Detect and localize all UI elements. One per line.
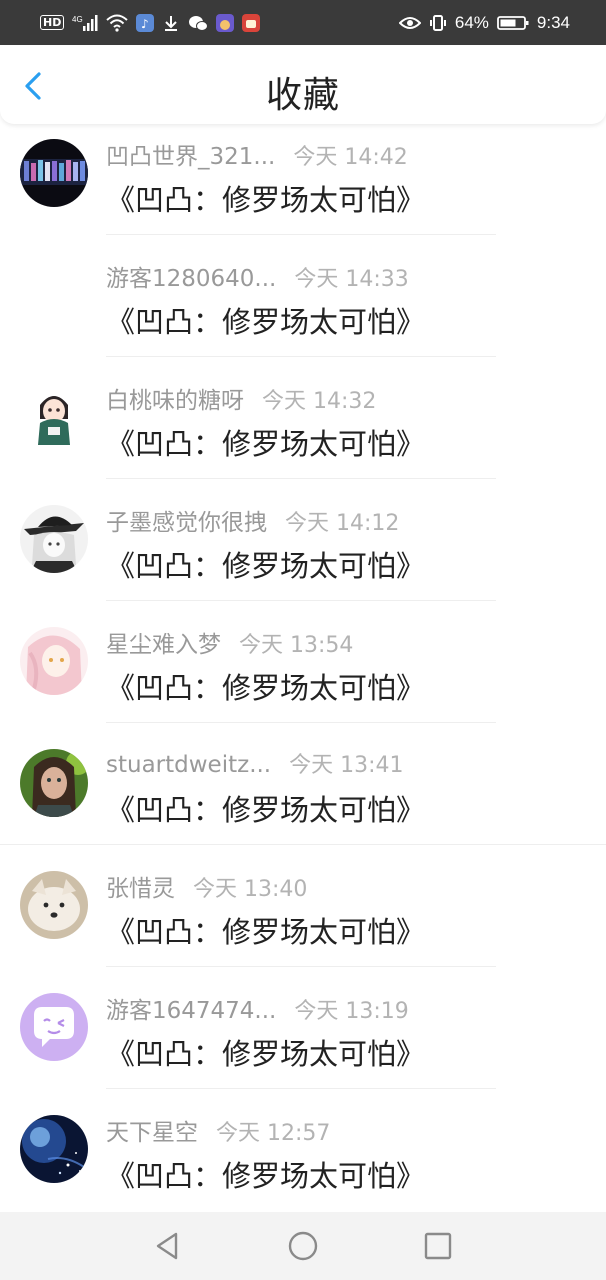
username[interactable]: 张惜灵 <box>106 869 175 903</box>
avatar[interactable] <box>20 139 88 207</box>
page-title: 收藏 <box>265 75 340 116</box>
username[interactable]: stuartdweitz... <box>106 752 271 778</box>
item-meta: 白桃味的糖呀 今天 14:32 <box>106 381 376 415</box>
timestamp: 今天 13:54 <box>239 633 354 658</box>
network-type: 4G <box>72 15 83 24</box>
list-item[interactable]: 凹凸世界_321... 今天 14:42 《凹凸：修罗场太可怕》 <box>0 125 606 247</box>
item-meta: 凹凸世界_321... 今天 14:42 <box>106 137 408 171</box>
divider <box>106 966 496 967</box>
app-notification-icon <box>216 13 235 32</box>
favorite-title[interactable]: 《凹凸：修罗场太可怕》 <box>106 909 425 951</box>
game-app-icon <box>242 13 261 32</box>
avatar[interactable] <box>20 749 88 817</box>
favorite-title[interactable]: 《凹凸：修罗场太可怕》 <box>106 1031 425 1073</box>
dog-avatar-icon <box>20 871 88 939</box>
username[interactable]: 游客1280640... <box>106 259 276 293</box>
username[interactable]: 凹凸世界_321... <box>106 137 275 171</box>
item-meta: 张惜灵 今天 13:40 <box>106 869 307 903</box>
username[interactable]: 天下星空 <box>106 1113 198 1147</box>
list-item[interactable]: 天下星空 今天 12:57 《凹凸：修罗场太可怕》 <box>0 1101 606 1223</box>
avatar[interactable] <box>20 261 88 329</box>
pink-hair-avatar-icon <box>20 627 88 695</box>
item-meta: 天下星空 今天 12:57 <box>106 1113 330 1147</box>
list-item[interactable]: 张惜灵 今天 13:40 《凹凸：修罗场太可怕》 <box>0 857 606 979</box>
avatar[interactable] <box>20 627 88 695</box>
eye-comfort-icon <box>398 15 421 31</box>
timestamp: 今天 13:40 <box>193 877 308 902</box>
item-meta: 游客1647474... 今天 13:19 <box>106 991 409 1025</box>
item-meta: 星尘难入梦 今天 13:54 <box>106 625 353 659</box>
favorite-title[interactable]: 《凹凸：修罗场太可怕》 <box>106 299 425 341</box>
child-portrait-avatar-icon <box>20 749 88 817</box>
status-bar-left: HD 4G ♪ <box>40 13 261 32</box>
list-item[interactable]: 子墨感觉你很拽 今天 14:12 《凹凸：修罗场太可怕》 <box>0 491 606 613</box>
avatar[interactable] <box>20 871 88 939</box>
favorite-title[interactable]: 《凹凸：修罗场太可怕》 <box>106 421 425 463</box>
item-meta: 子墨感觉你很拽 今天 14:12 <box>106 503 399 537</box>
chibi-girl-avatar-icon <box>20 383 88 451</box>
nav-home-button[interactable] <box>287 1230 319 1262</box>
music-app-icon: ♪ <box>136 13 155 32</box>
status-bar: HD 4G ♪ 64% 9:34 <box>0 0 606 45</box>
timestamp: 今天 14:32 <box>262 389 377 414</box>
divider <box>106 478 496 479</box>
app-header: 收藏 <box>0 46 606 124</box>
list-item[interactable]: 星尘难入梦 今天 13:54 《凹凸：修罗场太可怕》 <box>0 613 606 735</box>
item-meta: stuartdweitz... 今天 13:41 <box>106 747 404 779</box>
circle-home-icon <box>288 1231 318 1261</box>
username[interactable]: 白桃味的糖呀 <box>106 381 244 415</box>
nav-back-button[interactable] <box>152 1230 184 1262</box>
avatar[interactable] <box>20 383 88 451</box>
list-item[interactable]: stuartdweitz... 今天 13:41 《凹凸：修罗场太可怕》 <box>0 735 606 857</box>
divider <box>106 1088 496 1089</box>
vibrate-icon <box>429 14 447 32</box>
username[interactable]: 子墨感觉你很拽 <box>106 503 267 537</box>
favorites-list: 凹凸世界_321... 今天 14:42 《凹凸：修罗场太可怕》 游客12806… <box>0 125 606 1223</box>
svg-text:♪: ♪ <box>141 17 149 31</box>
divider <box>106 722 496 723</box>
triangle-back-icon <box>156 1232 178 1260</box>
download-icon <box>162 14 180 32</box>
favorite-title[interactable]: 《凹凸：修罗场太可怕》 <box>106 665 425 707</box>
status-bar-right: 64% 9:34 <box>398 12 570 33</box>
item-meta: 游客1280640... 今天 14:33 <box>106 259 409 293</box>
avatar[interactable] <box>20 993 88 1061</box>
square-recent-icon <box>424 1232 452 1260</box>
avatar[interactable] <box>20 1115 88 1183</box>
battery-percent: 64% <box>454 12 489 32</box>
timestamp: 今天 14:42 <box>293 145 408 170</box>
galaxy-avatar-icon <box>20 1115 88 1183</box>
list-item[interactable]: 游客1280640... 今天 14:33 《凹凸：修罗场太可怕》 <box>0 247 606 369</box>
favorite-title[interactable]: 《凹凸：修罗场太可怕》 <box>106 787 425 829</box>
divider <box>106 234 496 235</box>
favorite-title[interactable]: 《凹凸：修罗场太可怕》 <box>106 177 425 219</box>
divider <box>106 600 496 601</box>
divider <box>106 356 496 357</box>
wifi-icon <box>106 14 129 32</box>
list-item[interactable]: 游客1647474... 今天 13:19 《凹凸：修罗场太可怕》 <box>0 979 606 1101</box>
divider <box>0 844 606 845</box>
timestamp: 今天 13:41 <box>289 753 404 778</box>
avatar[interactable] <box>20 505 88 573</box>
clock: 9:34 <box>536 12 570 32</box>
timestamp: 今天 12:57 <box>216 1121 331 1146</box>
timestamp: 今天 14:12 <box>285 511 400 536</box>
hd-icon: HD <box>40 15 65 30</box>
anime-group-avatar-icon <box>20 139 88 207</box>
timestamp: 今天 13:19 <box>294 999 409 1024</box>
signal-icon: 4G <box>72 14 98 32</box>
favorite-title[interactable]: 《凹凸：修罗场太可怕》 <box>106 1153 425 1195</box>
favorite-title[interactable]: 《凹凸：修罗场太可怕》 <box>106 543 425 585</box>
system-nav-bar <box>0 1212 606 1280</box>
username[interactable]: 星尘难入梦 <box>106 625 221 659</box>
hat-character-avatar-icon <box>20 505 88 573</box>
default-chat-avatar-icon <box>20 993 88 1061</box>
username[interactable]: 游客1647474... <box>106 991 276 1025</box>
battery-icon <box>497 15 529 31</box>
nav-recent-button[interactable] <box>422 1230 454 1262</box>
wechat-icon <box>188 14 209 32</box>
list-item[interactable]: 白桃味的糖呀 今天 14:32 《凹凸：修罗场太可怕》 <box>0 369 606 491</box>
timestamp: 今天 14:33 <box>294 267 409 292</box>
